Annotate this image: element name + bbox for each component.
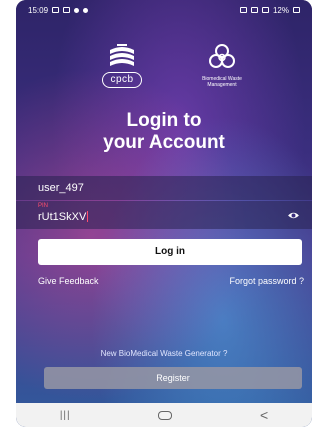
give-feedback-link[interactable]: Give Feedback [38, 276, 99, 286]
vibrate-icon [239, 7, 247, 13]
pin-label: PIN [38, 203, 49, 209]
page-title: Login to your Account [16, 110, 312, 154]
username-field[interactable]: user_497 [16, 176, 312, 200]
status-bar: 15:09 12% [16, 0, 312, 20]
wifi-icon [250, 7, 258, 13]
notification-icon [83, 7, 89, 13]
back-icon[interactable]: < [260, 407, 268, 423]
signal-icon [261, 7, 269, 13]
cpcb-logo: cpcb [102, 42, 142, 94]
register-button[interactable]: Register [44, 367, 302, 389]
new-generator-prompt: New BioMedical Waste Generator ? [100, 349, 228, 358]
pin-field[interactable]: PIN rUt1SkXV [16, 201, 312, 229]
phone-screen: 15:09 12% cpcb Biomedical Waste Manageme… [16, 0, 312, 427]
title-line-2: your Account [103, 132, 225, 153]
bmw-logo: Biomedical Waste Management [192, 42, 252, 98]
whatsapp-icon [52, 7, 60, 13]
pin-input-wrap[interactable]: rUt1SkXV [38, 211, 89, 223]
biohazard-icon [209, 44, 235, 68]
battery-level: 12% [272, 5, 289, 15]
logo-area: cpcb Biomedical Waste Management [16, 42, 312, 98]
message-icon [63, 7, 71, 13]
cpcb-logo-text: cpcb [102, 72, 142, 88]
status-right: 12% [239, 5, 300, 15]
forgot-password-link[interactable]: Forgot password ? [229, 276, 304, 286]
status-left: 15:09 [28, 5, 89, 15]
home-icon[interactable] [158, 410, 173, 420]
pin-value: rUt1SkXV [38, 211, 87, 223]
title-line-1: Login to [126, 110, 202, 131]
link-row: Give Feedback Forgot password ? [38, 276, 304, 286]
eye-icon[interactable] [287, 211, 300, 220]
bmw-logo-text-2: Management [207, 82, 237, 88]
notification-icon [74, 7, 80, 13]
android-nav-bar: ||| < [16, 403, 312, 427]
status-time: 15:09 [28, 5, 49, 15]
cpcb-emblem-icon [110, 44, 134, 66]
login-button[interactable]: Log in [38, 239, 302, 265]
recent-apps-icon[interactable]: ||| [60, 410, 71, 421]
battery-icon [293, 7, 300, 13]
text-cursor [87, 211, 89, 222]
